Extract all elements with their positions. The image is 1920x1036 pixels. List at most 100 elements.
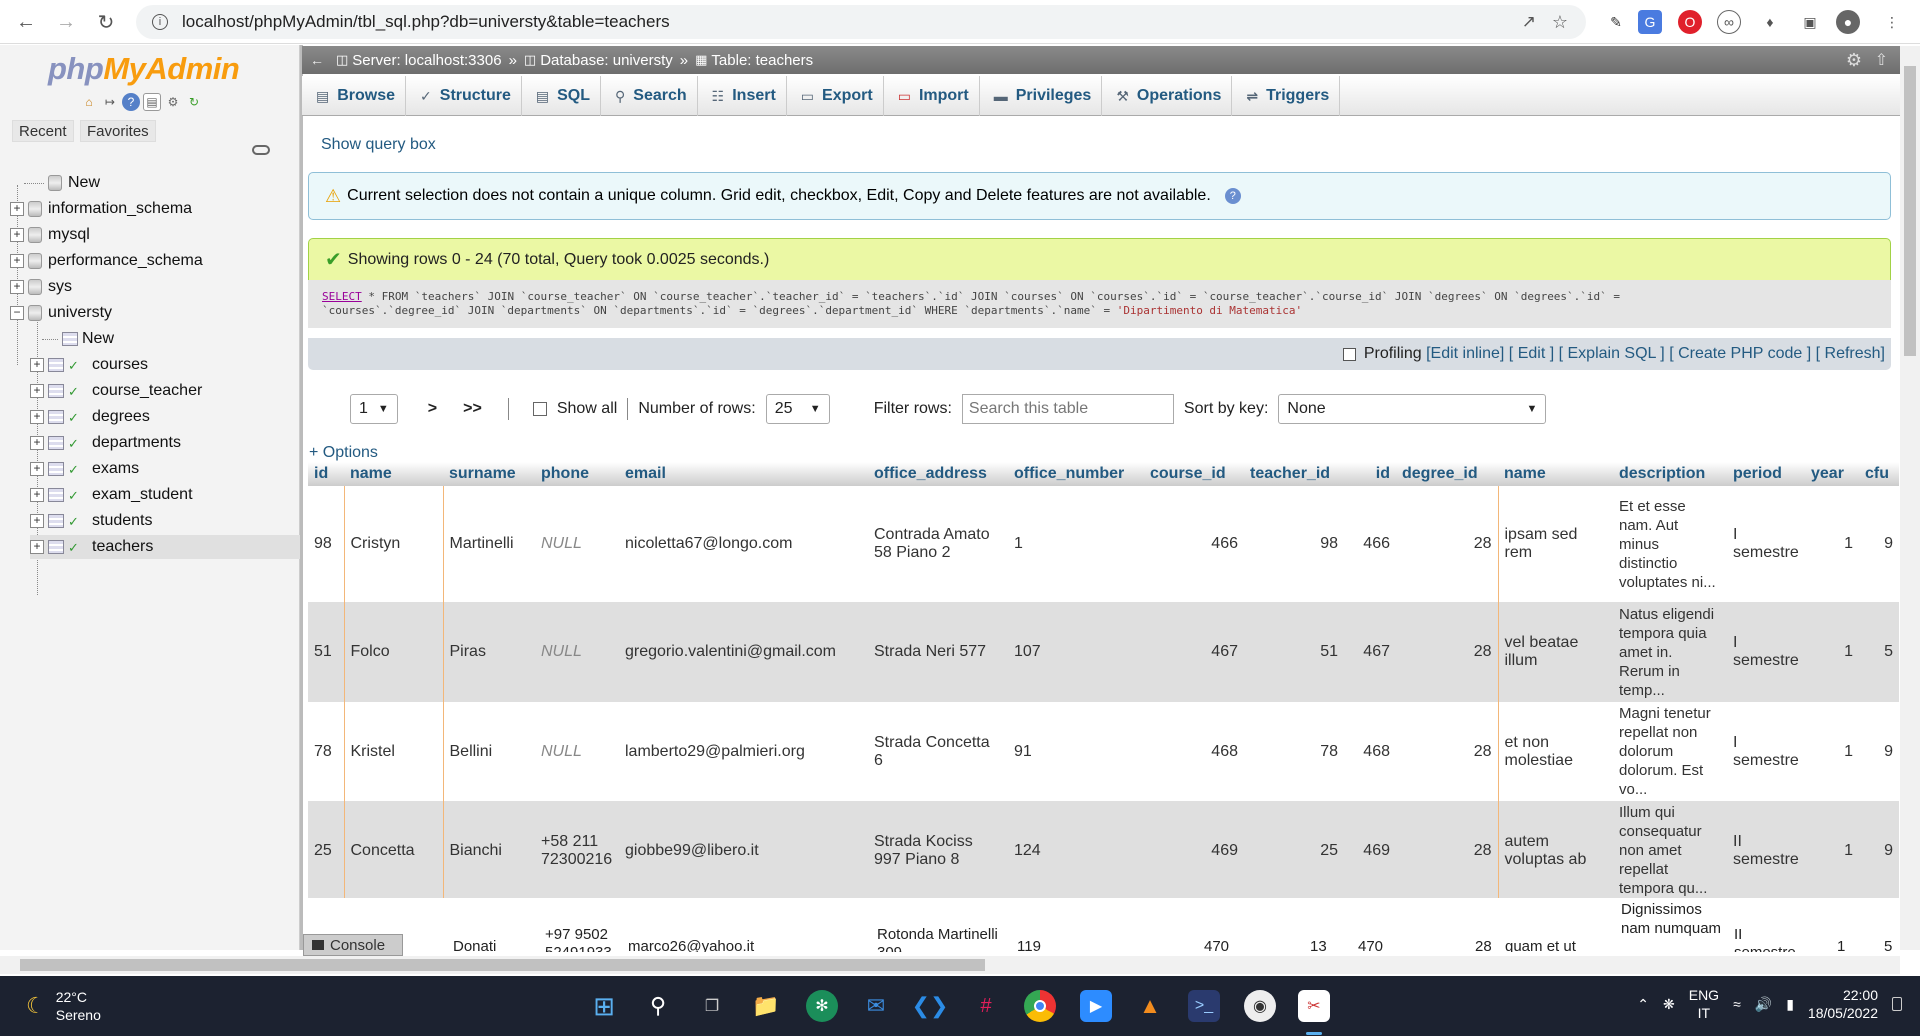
back-icon[interactable]: ← — [12, 8, 40, 36]
profiling-checkbox[interactable] — [1342, 347, 1356, 361]
tree-table-departments[interactable]: + ✓ departments — [30, 431, 181, 455]
language-indicator[interactable]: ENG IT — [1689, 986, 1719, 1022]
scrollbar-thumb[interactable] — [1904, 66, 1916, 356]
sort-by-key-select[interactable]: None ▼ — [1278, 394, 1547, 424]
collapse-panel-icon[interactable]: ← — [310, 52, 324, 68]
tree-table-students[interactable]: + ✓ students — [30, 509, 152, 533]
page-select[interactable]: 1 ▼ — [350, 394, 398, 424]
clock[interactable]: 22:00 18/05/2022 — [1808, 986, 1878, 1022]
column-header[interactable]: office_number — [1008, 462, 1144, 486]
network-sharing-icon[interactable]: ❋ — [1663, 996, 1675, 1013]
column-header[interactable]: surname — [443, 462, 535, 486]
collapse-up-icon[interactable]: ⇧ — [1875, 50, 1888, 70]
battery-icon[interactable]: ▮ — [1786, 996, 1794, 1013]
scrollbar-thumb[interactable] — [20, 959, 985, 971]
table-structure-icon[interactable]: ✓ — [68, 514, 86, 529]
address-bar[interactable]: i localhost/phpMyAdmin/tbl_sql.php?db=un… — [136, 5, 1586, 39]
column-header[interactable]: teacher_id — [1244, 462, 1344, 486]
expand-icon[interactable]: + — [30, 488, 44, 502]
tree-table-teachers[interactable]: + ✓ teachers — [30, 535, 300, 559]
tree-new-database[interactable]: New — [24, 171, 100, 195]
tab-sql[interactable]: ▤ SQL — [522, 76, 602, 116]
refresh-link[interactable]: [ Refresh] — [1816, 345, 1885, 363]
vscode-icon[interactable]: ❮❯ — [912, 990, 949, 1022]
horizontal-scrollbar[interactable] — [0, 956, 1900, 974]
expand-icon[interactable]: + — [30, 540, 44, 554]
panel-resizer[interactable] — [300, 45, 303, 950]
reload-icon[interactable]: ↻ — [92, 8, 120, 36]
column-header[interactable]: id — [308, 462, 344, 486]
expand-icon[interactable]: + — [30, 358, 44, 372]
expand-icon[interactable]: + — [10, 202, 24, 216]
vertical-scrollbar[interactable] — [1900, 46, 1920, 950]
tab-privileges[interactable]: ▬ Privileges — [980, 76, 1103, 116]
last-page-button[interactable]: >> — [455, 400, 490, 418]
favorites-tab[interactable]: Favorites — [80, 120, 156, 142]
tree-table-degrees[interactable]: + ✓ degrees — [30, 405, 150, 429]
expand-icon[interactable]: + — [10, 228, 24, 242]
home-icon[interactable]: ⌂ — [80, 93, 98, 111]
tab-insert[interactable]: ☷ Insert — [698, 76, 787, 116]
tree-new-table[interactable]: New — [42, 327, 114, 351]
breadcrumb-table[interactable]: Table: teachers — [711, 52, 813, 69]
column-header[interactable]: period — [1727, 462, 1805, 486]
github-icon[interactable]: ◉ — [1244, 990, 1276, 1022]
next-page-button[interactable]: > — [420, 400, 445, 418]
settings-gear-icon[interactable]: ⚙ — [164, 93, 182, 111]
share-icon[interactable]: ↗ — [1522, 12, 1536, 32]
column-header[interactable]: name — [1498, 462, 1613, 486]
opera-icon[interactable]: O — [1678, 10, 1702, 34]
slack-icon[interactable]: # — [970, 990, 1002, 1022]
tree-table-courses[interactable]: + ✓ courses — [30, 353, 148, 377]
windows-start-icon[interactable]: ⊞ — [588, 990, 620, 1022]
column-header[interactable]: year — [1805, 462, 1859, 486]
volume-icon[interactable]: 🔊 — [1755, 996, 1772, 1013]
expand-icon[interactable]: + — [30, 462, 44, 476]
tree-db-mysql[interactable]: + mysql — [10, 223, 90, 247]
eyedropper-icon[interactable]: ✎ — [1604, 10, 1628, 34]
table-structure-icon[interactable]: ✓ — [68, 410, 86, 425]
tree-db-universty[interactable]: − universty — [10, 301, 112, 325]
console-button[interactable]: Console — [303, 934, 403, 956]
column-header[interactable]: course_id — [1144, 462, 1244, 486]
recent-tab[interactable]: Recent — [12, 120, 74, 142]
expand-icon[interactable]: + — [30, 514, 44, 528]
column-header[interactable]: cfu — [1859, 462, 1899, 486]
collapse-icon[interactable]: − — [10, 306, 24, 320]
column-header[interactable]: office_address — [868, 462, 1008, 486]
show-query-box-link[interactable]: Show query box — [321, 136, 436, 154]
puzzle-icon[interactable]: ♦ — [1758, 10, 1782, 34]
rows-per-page-select[interactable]: 25 ▼ — [765, 394, 830, 424]
tree-table-course-teacher[interactable]: + ✓ course_teacher — [30, 379, 202, 403]
edit-link[interactable]: [ Edit ] — [1509, 345, 1554, 363]
chatgpt-icon[interactable]: ✻ — [806, 990, 838, 1022]
snipping-tool-icon[interactable]: ✂ — [1298, 990, 1330, 1022]
extension-circle-icon[interactable]: ∞ — [1717, 10, 1741, 34]
tree-db-information-schema[interactable]: + information_schema — [10, 197, 192, 221]
powershell-icon[interactable]: >_ — [1188, 990, 1220, 1022]
phpmyadmin-logo[interactable]: phpMyAdmin — [48, 51, 240, 87]
show-all-checkbox[interactable] — [532, 402, 547, 416]
column-header[interactable]: email — [619, 462, 868, 486]
help-icon[interactable]: ? — [1224, 188, 1241, 204]
tab-operations[interactable]: ⚒ Operations — [1102, 76, 1233, 116]
tree-db-sys[interactable]: + sys — [10, 275, 72, 299]
column-header[interactable]: phone — [535, 462, 619, 486]
column-header[interactable]: id — [1344, 462, 1396, 486]
column-header[interactable]: degree_id — [1396, 462, 1498, 486]
column-header[interactable]: description — [1613, 462, 1727, 486]
expand-icon[interactable]: + — [30, 436, 44, 450]
table-structure-icon[interactable]: ✓ — [68, 540, 86, 555]
file-explorer-icon[interactable]: 📁 — [750, 990, 782, 1022]
column-header[interactable]: name — [344, 462, 443, 486]
tab-structure[interactable]: ✓ Structure — [406, 76, 522, 116]
site-info-icon[interactable]: i — [152, 14, 168, 30]
table-structure-icon[interactable]: ✓ — [68, 436, 86, 451]
task-view-icon[interactable]: ❐ — [696, 990, 728, 1022]
mail-icon[interactable]: ✉ — [860, 990, 892, 1022]
table-structure-icon[interactable]: ✓ — [68, 358, 86, 373]
notifications-icon[interactable] — [1892, 997, 1902, 1011]
chrome-icon[interactable] — [1024, 990, 1056, 1022]
create-php-code-link[interactable]: [ Create PHP code ] — [1669, 345, 1811, 363]
reload-nav-icon[interactable]: ↻ — [185, 93, 203, 111]
